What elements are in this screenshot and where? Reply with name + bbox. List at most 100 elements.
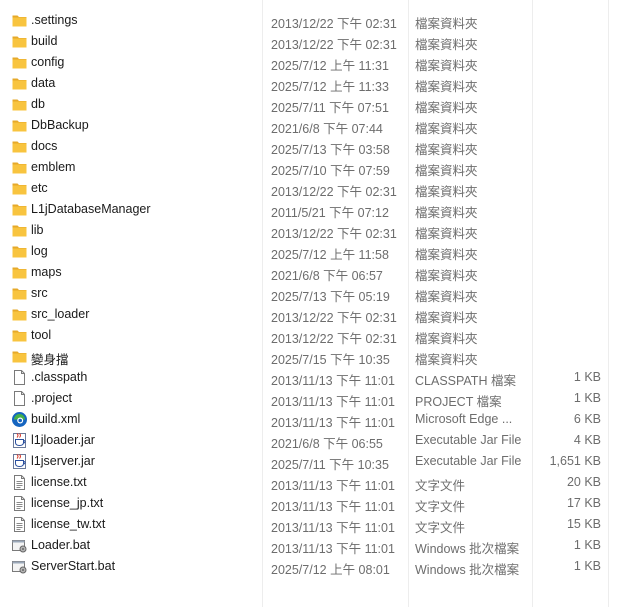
edge-icon xyxy=(11,411,28,428)
folder-icon xyxy=(11,138,28,155)
modified-date: 2013/12/22 下午 02:31 xyxy=(271,227,397,241)
modified-date: 2025/7/12 上午 08:01 xyxy=(271,563,390,577)
file-name: docs xyxy=(31,139,58,153)
file-name: maps xyxy=(31,265,62,279)
modified-date: 2025/7/15 下午 10:35 xyxy=(271,353,390,367)
folder-icon xyxy=(11,348,28,365)
jar-icon xyxy=(11,432,28,449)
folder-icon xyxy=(11,54,28,71)
file-row-emblem[interactable]: emblem 2025/7/10 下午 07:59 檔案資料夾 xyxy=(0,157,641,178)
file-size: 6 KB xyxy=(573,412,601,426)
modified-date: 2021/6/8 下午 06:57 xyxy=(271,269,383,283)
modified-date: 2013/11/13 下午 11:01 xyxy=(271,500,395,514)
document-icon xyxy=(11,369,28,386)
folder-icon xyxy=(11,264,28,281)
file-size: 17 KB xyxy=(566,496,601,510)
file-name: L1jDatabaseManager xyxy=(31,202,151,216)
file-row-license-tw-txt[interactable]: license_tw.txt 2013/11/13 下午 11:01 文字文件 15 … xyxy=(0,514,641,535)
file-row-settings[interactable]: .settings 2013/12/22 下午 02:31 檔案資料夾 xyxy=(0,10,641,31)
file-type: 檔案資料夾 xyxy=(415,122,478,136)
folder-icon xyxy=(11,159,28,176)
file-row-item-16[interactable]: 變身擋 2025/7/15 下午 10:35 檔案資料夾 xyxy=(0,346,641,367)
file-name: data xyxy=(31,76,56,90)
file-type: 檔案資料夾 xyxy=(415,269,478,283)
file-type: 文字文件 xyxy=(415,521,466,535)
file-row-build[interactable]: build 2013/12/22 下午 02:31 檔案資料夾 xyxy=(0,31,641,52)
file-row-classpath[interactable]: .classpath 2013/11/13 下午 11:01 CLASSPATH 檔… xyxy=(0,367,641,388)
file-type: 檔案資料夾 xyxy=(415,311,478,325)
file-row-l1jserver-jar[interactable]: l1jserver.jar 2025/7/11 下午 10:35 Executabl… xyxy=(0,451,641,472)
file-name: src_loader xyxy=(31,307,90,321)
folder-icon xyxy=(11,180,28,197)
file-name: 變身擋 xyxy=(31,353,69,367)
file-name: log xyxy=(31,244,48,258)
modified-date: 2011/5/21 下午 07:12 xyxy=(271,206,389,220)
file-name: ServerStart.bat xyxy=(31,559,116,573)
file-row-etc[interactable]: etc 2013/12/22 下午 02:31 檔案資料夾 xyxy=(0,178,641,199)
modified-date: 2025/7/12 上午 11:58 xyxy=(271,248,389,262)
folder-icon xyxy=(11,117,28,134)
file-row-serverstart-bat[interactable]: ServerStart.bat 2025/7/12 上午 08:01 Windows… xyxy=(0,556,641,577)
file-row-docs[interactable]: docs 2025/7/13 下午 03:58 檔案資料夾 xyxy=(0,136,641,157)
file-row-l1jloader-jar[interactable]: l1jloader.jar 2021/6/8 下午 06:55 Executable… xyxy=(0,430,641,451)
modified-date: 2025/7/12 上午 11:31 xyxy=(271,59,389,73)
file-size: 4 KB xyxy=(573,433,601,447)
text-file-icon xyxy=(11,516,28,533)
file-name: tool xyxy=(31,328,52,342)
file-name: license_tw.txt xyxy=(31,517,106,531)
batch-file-icon xyxy=(11,537,28,554)
file-row-loader-bat[interactable]: Loader.bat 2013/11/13 下午 11:01 Windows 批次檔… xyxy=(0,535,641,556)
folder-icon xyxy=(11,327,28,344)
file-row-src[interactable]: src 2025/7/13 下午 05:19 檔案資料夾 xyxy=(0,283,641,304)
file-name: l1jloader.jar xyxy=(31,433,95,447)
file-row-license-jp-txt[interactable]: license_jp.txt 2013/11/13 下午 11:01 文字文件 17 … xyxy=(0,493,641,514)
modified-date: 2013/12/22 下午 02:31 xyxy=(271,311,397,325)
file-name: license.txt xyxy=(31,475,87,489)
folder-icon xyxy=(11,222,28,239)
text-file-icon xyxy=(11,474,28,491)
folder-icon xyxy=(11,96,28,113)
file-row-maps[interactable]: maps 2021/6/8 下午 06:57 檔案資料夾 xyxy=(0,262,641,283)
file-name: config xyxy=(31,55,65,69)
file-row-license-txt[interactable]: license.txt 2013/11/13 下午 11:01 文字文件 20 KB xyxy=(0,472,641,493)
modified-date: 2025/7/11 下午 07:51 xyxy=(271,101,389,115)
file-row-src-loader[interactable]: src_loader 2013/12/22 下午 02:31 檔案資料夾 xyxy=(0,304,641,325)
file-size: 1 KB xyxy=(573,370,601,384)
modified-date: 2021/6/8 下午 07:44 xyxy=(271,122,383,136)
file-name: etc xyxy=(31,181,48,195)
file-type: CLASSPATH 檔案 xyxy=(415,374,516,388)
file-name: db xyxy=(31,97,45,111)
file-type: Executable Jar File xyxy=(415,433,522,447)
file-name: build.xml xyxy=(31,412,81,426)
file-row-data[interactable]: data 2025/7/12 上午 11:33 檔案資料夾 xyxy=(0,73,641,94)
file-row-project[interactable]: .project 2013/11/13 下午 11:01 PROJECT 檔案 1 K… xyxy=(0,388,641,409)
file-size: 1,651 KB xyxy=(549,454,601,468)
file-row-log[interactable]: log 2025/7/12 上午 11:58 檔案資料夾 xyxy=(0,241,641,262)
file-row-dbbackup[interactable]: DbBackup 2021/6/8 下午 07:44 檔案資料夾 xyxy=(0,115,641,136)
file-type: 檔案資料夾 xyxy=(415,248,478,262)
file-row-db[interactable]: db 2025/7/11 下午 07:51 檔案資料夾 xyxy=(0,94,641,115)
file-type: 檔案資料夾 xyxy=(415,332,478,346)
file-name: build xyxy=(31,34,58,48)
modified-date: 2025/7/13 下午 03:58 xyxy=(271,143,390,157)
file-name: .settings xyxy=(31,13,78,27)
file-size: 1 KB xyxy=(573,559,601,573)
file-name: .classpath xyxy=(31,370,88,384)
file-row-config[interactable]: config 2025/7/12 上午 11:31 檔案資料夾 xyxy=(0,52,641,73)
file-list: .settings 2013/12/22 下午 02:31 檔案資料夾 build 2… xyxy=(0,10,641,577)
file-row-build-xml[interactable]: build.xml 2013/11/13 下午 11:01 Microsoft Ed… xyxy=(0,409,641,430)
file-type: 檔案資料夾 xyxy=(415,353,478,367)
modified-date: 2013/11/13 下午 11:01 xyxy=(271,416,395,430)
text-file-icon xyxy=(11,495,28,512)
file-row-tool[interactable]: tool 2013/12/22 下午 02:31 檔案資料夾 xyxy=(0,325,641,346)
file-row-lib[interactable]: lib 2013/12/22 下午 02:31 檔案資料夾 xyxy=(0,220,641,241)
file-row-l1jdatabasemanager[interactable]: L1jDatabaseManager 2011/5/21 下午 07:12 檔案資料… xyxy=(0,199,641,220)
modified-date: 2013/11/13 下午 11:01 xyxy=(271,395,395,409)
jar-icon xyxy=(11,453,28,470)
folder-icon xyxy=(11,75,28,92)
file-size: 15 KB xyxy=(566,517,601,531)
file-name: DbBackup xyxy=(31,118,89,132)
file-name: emblem xyxy=(31,160,76,174)
file-name: l1jserver.jar xyxy=(31,454,95,468)
file-type: 檔案資料夾 xyxy=(415,164,478,178)
